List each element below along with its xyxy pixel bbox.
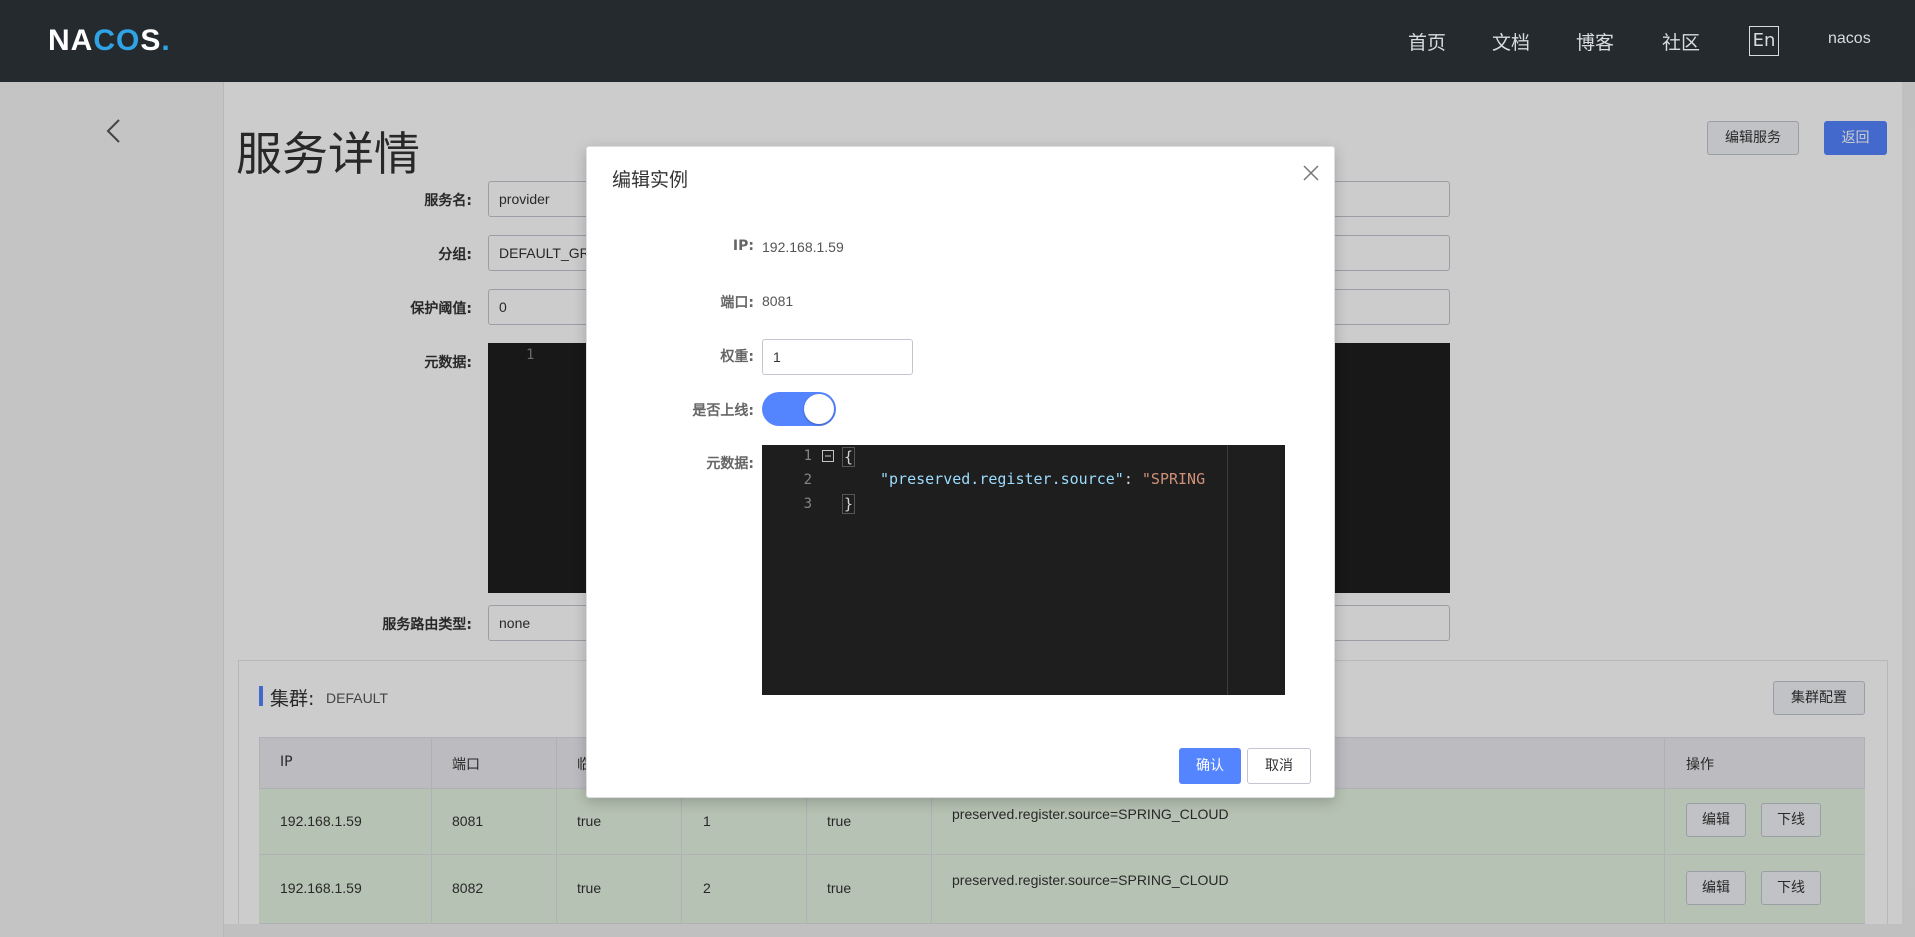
logo-text-main: NA bbox=[48, 24, 94, 57]
weight-label: 权重: bbox=[720, 349, 754, 365]
online-toggle[interactable] bbox=[762, 392, 836, 426]
edit-instance-dialog: 编辑实例 IP: 192.168.1.59 端口: 8081 权重: 1 是否上… bbox=[586, 146, 1335, 798]
port-label: 端口: bbox=[720, 295, 754, 311]
fold-collapse-icon[interactable] bbox=[822, 450, 834, 462]
nav-docs[interactable]: 文档 bbox=[1492, 28, 1530, 55]
code-value: "SPRING bbox=[1141, 470, 1206, 488]
line-number: 3 bbox=[803, 496, 812, 512]
dialog-title: 编辑实例 bbox=[612, 169, 689, 191]
code-close-brace: } bbox=[842, 494, 856, 514]
nav-blog[interactable]: 博客 bbox=[1576, 28, 1614, 55]
nacos-logo[interactable]: NA CO S. bbox=[48, 24, 171, 58]
top-navbar: NA CO S. 首页 文档 博客 社区 En nacos bbox=[0, 0, 1915, 82]
ip-label: IP: bbox=[732, 238, 754, 254]
metadata-label: 元数据: bbox=[706, 456, 754, 472]
code-open-brace: { bbox=[842, 447, 856, 467]
toggle-knob bbox=[804, 394, 834, 424]
language-switch-button[interactable]: En bbox=[1749, 26, 1779, 56]
code-colon: : bbox=[1123, 470, 1142, 488]
logo-text-end: S bbox=[140, 24, 162, 57]
nav-community[interactable]: 社区 bbox=[1662, 28, 1700, 55]
close-icon[interactable] bbox=[1301, 163, 1321, 183]
logo-text-co: CO bbox=[93, 24, 141, 57]
code-key: "preserved.register.source" bbox=[880, 470, 1124, 488]
metadata-code-editor[interactable]: 1 2 3 { "preserved.register.source": "SP… bbox=[762, 445, 1285, 695]
weight-input[interactable]: 1 bbox=[762, 339, 913, 375]
cancel-button[interactable]: 取消 bbox=[1247, 748, 1311, 784]
online-label: 是否上线: bbox=[692, 403, 754, 419]
logo-dot: . bbox=[161, 24, 171, 57]
ip-value: 192.168.1.59 bbox=[762, 239, 844, 255]
line-number: 1 bbox=[803, 448, 812, 464]
user-name[interactable]: nacos bbox=[1828, 30, 1871, 48]
minimap-divider bbox=[1227, 445, 1228, 695]
nav-home[interactable]: 首页 bbox=[1408, 28, 1446, 55]
port-value: 8081 bbox=[762, 293, 794, 309]
confirm-button[interactable]: 确认 bbox=[1179, 748, 1241, 784]
line-number: 2 bbox=[803, 472, 812, 488]
code-line-2: "preserved.register.source": "SPRING bbox=[880, 470, 1205, 488]
